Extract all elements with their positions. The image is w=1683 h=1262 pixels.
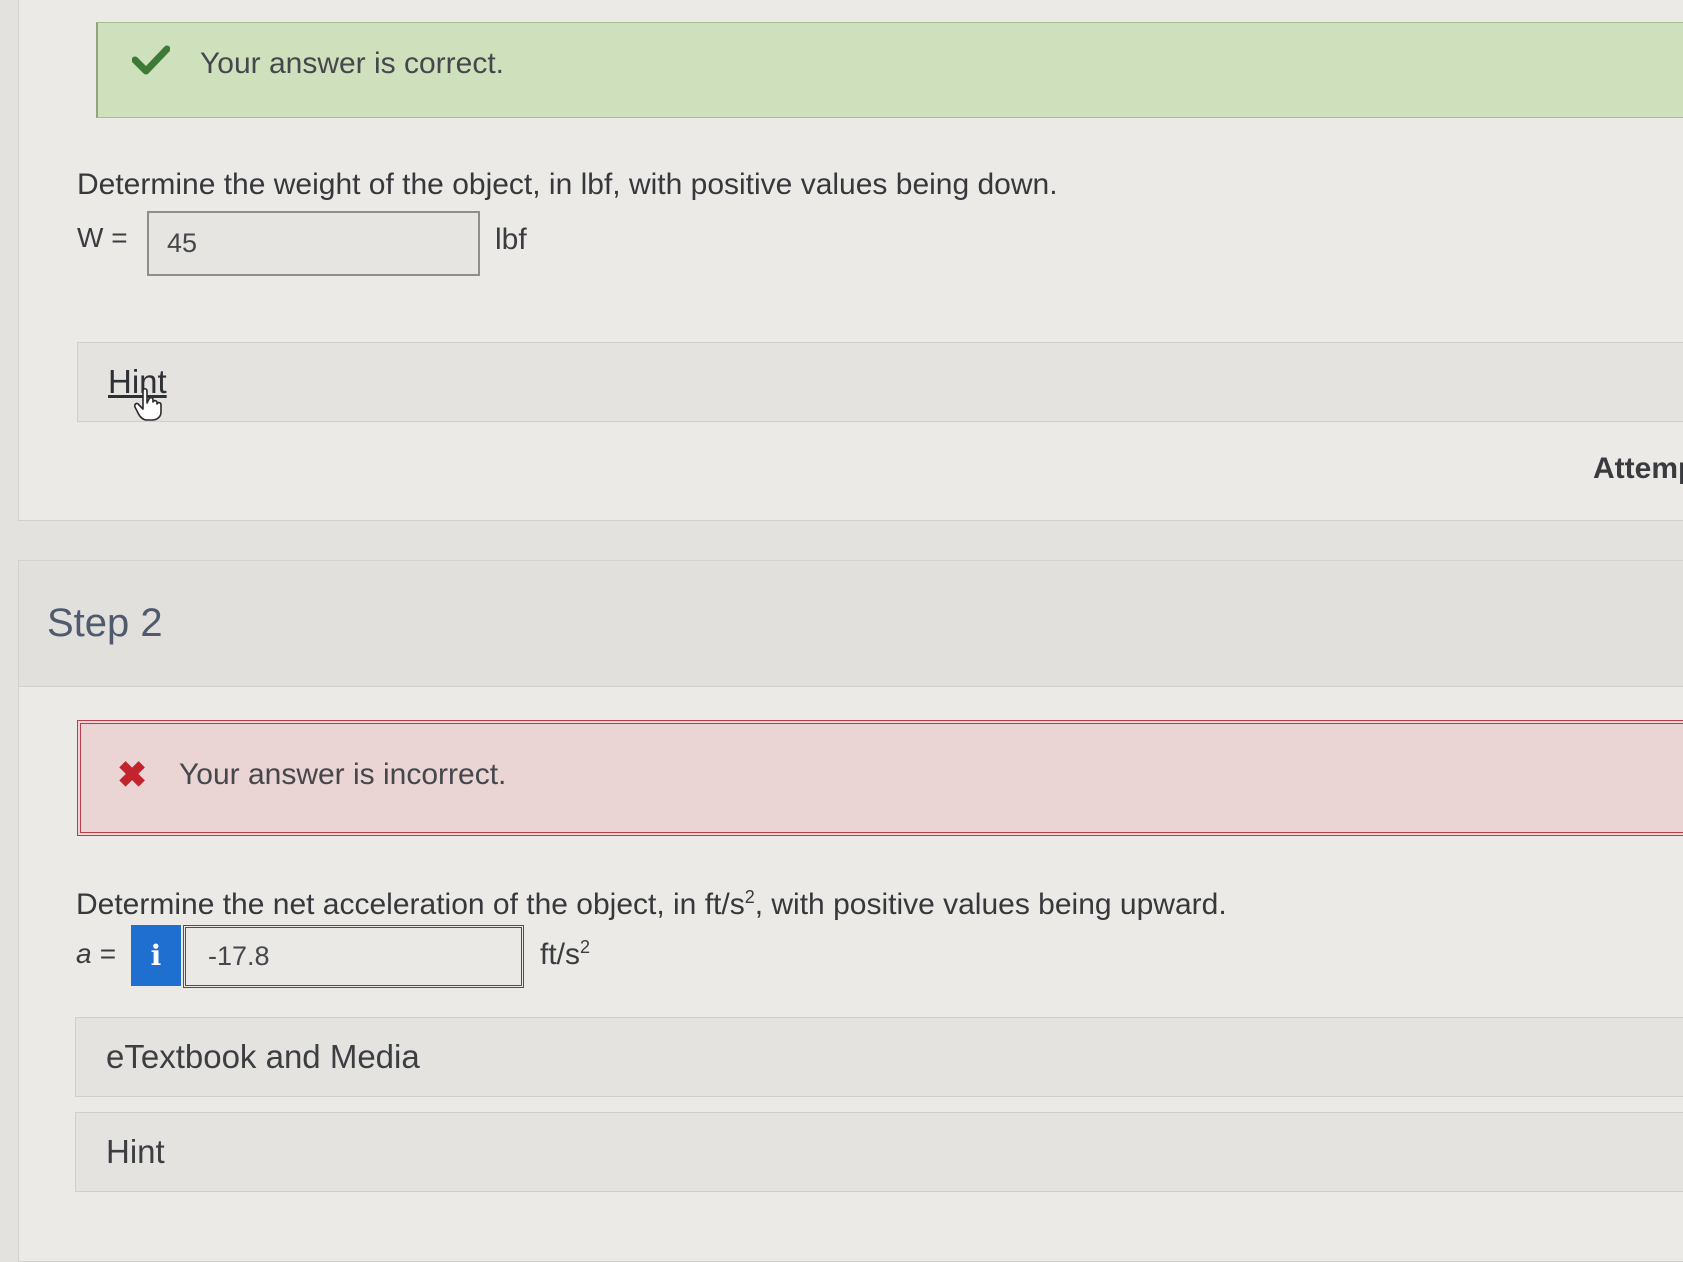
acceleration-unit: ft/s2 (540, 938, 590, 972)
step-title: Step 2 (47, 601, 163, 645)
etextbook-panel[interactable]: eTextbook and Media (75, 1017, 1683, 1097)
hint-label-step2[interactable]: Hint (106, 1133, 165, 1171)
etextbook-label[interactable]: eTextbook and Media (106, 1038, 420, 1076)
hand-cursor-icon (134, 387, 162, 421)
step2-header: Step 2 (19, 561, 1683, 687)
attempts-label: Attempts (1592, 452, 1683, 485)
acceleration-answer-input[interactable]: -17.8 (183, 925, 524, 988)
acceleration-unit-sup: 2 (580, 937, 591, 957)
weight-variable-label: W = (77, 222, 128, 253)
weight-question: Determine the weight of the object, in l… (77, 168, 1058, 201)
acceleration-question-sup: 2 (744, 887, 755, 907)
info-button[interactable]: i (131, 925, 181, 986)
hint-panel[interactable]: Hint (77, 342, 1683, 422)
weight-answer-value: 45 (167, 228, 198, 258)
incorrect-feedback-banner: ✖ Your answer is incorrect. (77, 720, 1683, 836)
incorrect-feedback-text: Your answer is incorrect. (179, 758, 507, 791)
acceleration-question: Determine the net acceleration of the ob… (76, 888, 1227, 922)
correct-feedback-banner: Your answer is correct. (96, 22, 1683, 118)
x-mark-icon: ✖ (117, 754, 148, 795)
correct-feedback-text: Your answer is correct. (200, 47, 505, 80)
acceleration-unit-base: ft/s (540, 938, 581, 971)
hint-panel-step2[interactable]: Hint (75, 1112, 1683, 1192)
acceleration-question-prefix: Determine the net acceleration of the ob… (76, 888, 745, 921)
checkmark-icon (132, 45, 170, 75)
weight-answer-input[interactable]: 45 (147, 211, 480, 276)
weight-unit: lbf (495, 223, 527, 256)
acceleration-answer-value: -17.8 (208, 941, 270, 971)
info-icon: i (150, 939, 162, 972)
step1-card: Your answer is correct. Determine the we… (18, 0, 1683, 521)
acceleration-variable-label: a = (76, 938, 116, 969)
acceleration-question-suffix: , with positive values being upward. (754, 888, 1227, 921)
